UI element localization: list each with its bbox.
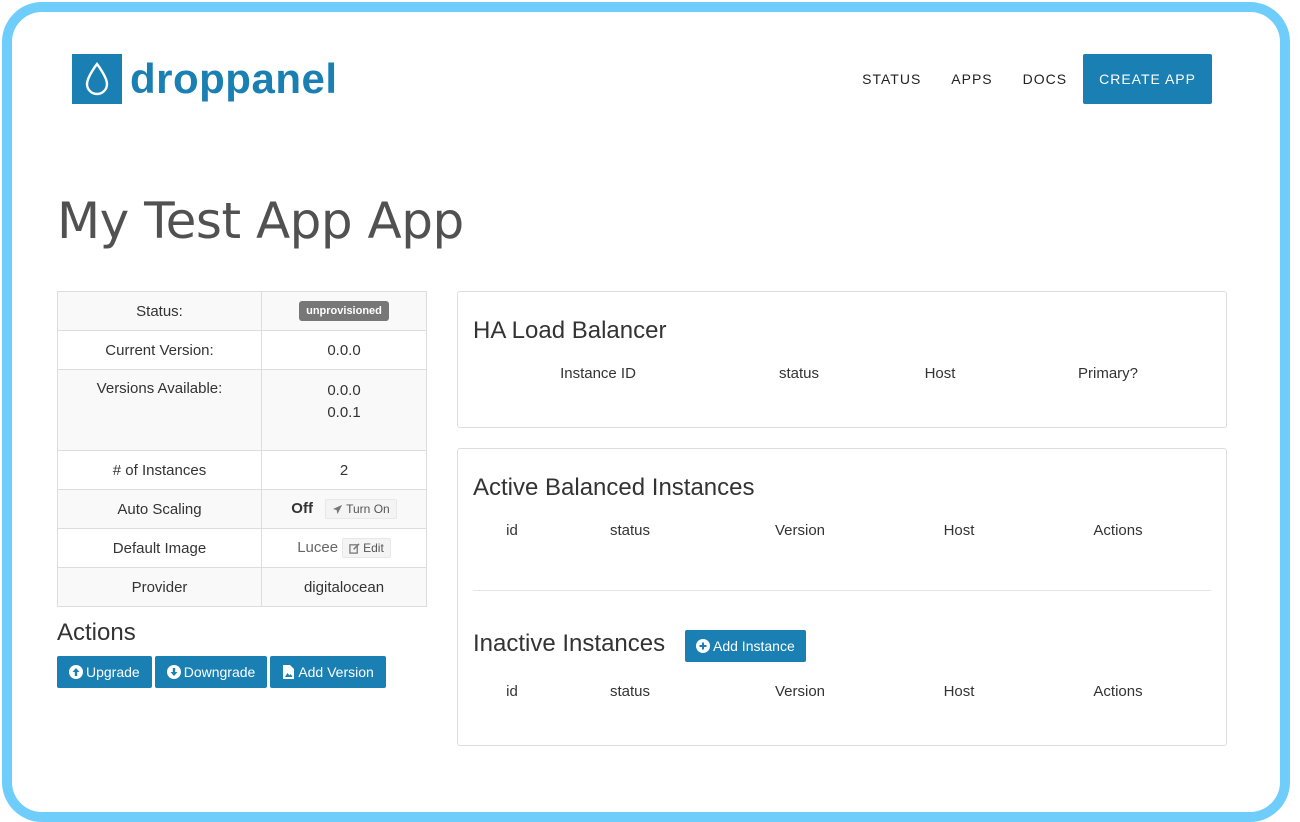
arrow-down-circle-icon (166, 665, 181, 679)
ha-panel-title: HA Load Balancer (473, 317, 667, 344)
inactive-col-id: id (506, 683, 518, 700)
inactive-col-actions: Actions (1093, 683, 1143, 700)
default-image-row: Default Image Lucee Edit (57, 528, 427, 568)
top-nav: STATUS APPS DOCS CREATE APP (832, 54, 1212, 104)
ha-col-host: Host (924, 365, 956, 382)
active-col-status: status (609, 522, 651, 539)
app-info-table: Status: unprovisioned Current Version: 0… (57, 291, 427, 607)
provider-row: Provider digitalocean (57, 567, 427, 607)
current-version-value: 0.0.0 (261, 330, 427, 370)
auto-scaling-cell: Off Turn On (261, 489, 427, 529)
add-instance-button[interactable]: Add Instance (685, 630, 806, 662)
instances-row: # of Instances 2 (57, 450, 427, 490)
ha-col-status: status (778, 365, 820, 382)
turn-on-label: Turn On (346, 502, 390, 516)
turn-on-button[interactable]: Turn On (325, 499, 397, 519)
active-col-actions: Actions (1093, 522, 1143, 539)
upgrade-label: Upgrade (86, 664, 140, 680)
arrow-up-circle-icon (69, 665, 83, 679)
add-instance-label: Add Instance (713, 638, 795, 654)
status-badge: unprovisioned (299, 301, 389, 321)
auto-scaling-row: Auto Scaling Off Turn On (57, 489, 427, 529)
provider-value: digitalocean (261, 567, 427, 607)
active-col-id: id (506, 522, 518, 539)
create-app-button[interactable]: CREATE APP (1083, 54, 1212, 104)
status-label: Status: (57, 291, 262, 331)
ha-load-balancer-panel: HA Load Balancer Instance ID status Host… (457, 291, 1227, 428)
edit-icon (349, 543, 360, 554)
version-item: 0.0.1 (327, 404, 361, 421)
brand-logo[interactable]: droppanel (72, 54, 338, 104)
ha-col-instance-id: Instance ID (560, 365, 636, 382)
downgrade-label: Downgrade (183, 664, 256, 680)
brand-name: droppanel (130, 55, 338, 102)
instances-value: 2 (261, 450, 427, 490)
ha-col-primary: Primary? (1077, 365, 1139, 382)
edit-image-button[interactable]: Edit (342, 538, 391, 558)
provider-label: Provider (57, 567, 262, 607)
default-image-label: Default Image (57, 528, 262, 568)
instances-panel: Active Balanced Instances id status Vers… (457, 448, 1227, 746)
inactive-col-version: Version (774, 683, 826, 700)
active-col-version: Version (774, 522, 826, 539)
version-item: 0.0.0 (327, 382, 361, 399)
action-buttons: Upgrade Downgrade Add Version (57, 656, 389, 688)
section-divider (473, 590, 1211, 591)
instances-label: # of Instances (57, 450, 262, 490)
active-col-host: Host (943, 522, 975, 539)
add-version-button[interactable]: Add Version (270, 656, 386, 688)
current-version-row: Current Version: 0.0.0 (57, 330, 427, 370)
status-row: Status: unprovisioned (57, 291, 427, 331)
versions-available-label: Versions Available: (57, 369, 262, 451)
inactive-col-status: status (609, 683, 651, 700)
downgrade-button[interactable]: Downgrade (154, 656, 268, 688)
auto-scaling-label: Auto Scaling (57, 489, 262, 529)
auto-scaling-value: Off (291, 499, 313, 517)
default-image-value: Lucee (297, 538, 339, 556)
current-version-label: Current Version: (57, 330, 262, 370)
default-image-cell: Lucee Edit (261, 528, 427, 568)
actions-heading: Actions (57, 619, 136, 646)
upgrade-button[interactable]: Upgrade (57, 656, 152, 688)
add-version-label: Add Version (298, 664, 374, 680)
edit-label: Edit (363, 541, 384, 555)
page-title: My Test App App (57, 192, 464, 250)
plus-circle-icon (696, 639, 710, 653)
inactive-col-host: Host (943, 683, 975, 700)
nav-apps[interactable]: APPS (951, 71, 992, 87)
nav-docs[interactable]: DOCS (1023, 71, 1067, 87)
versions-available-cell: 0.0.0 0.0.1 (261, 369, 427, 451)
versions-available-row: Versions Available: 0.0.0 0.0.1 (57, 369, 427, 451)
paper-plane-icon (333, 504, 343, 515)
status-cell: unprovisioned (261, 291, 427, 331)
water-drop-icon (72, 54, 122, 104)
nav-status[interactable]: STATUS (862, 71, 921, 87)
inactive-instances-title: Inactive Instances (473, 630, 666, 657)
active-instances-title: Active Balanced Instances (473, 474, 755, 501)
file-image-icon (283, 665, 295, 679)
